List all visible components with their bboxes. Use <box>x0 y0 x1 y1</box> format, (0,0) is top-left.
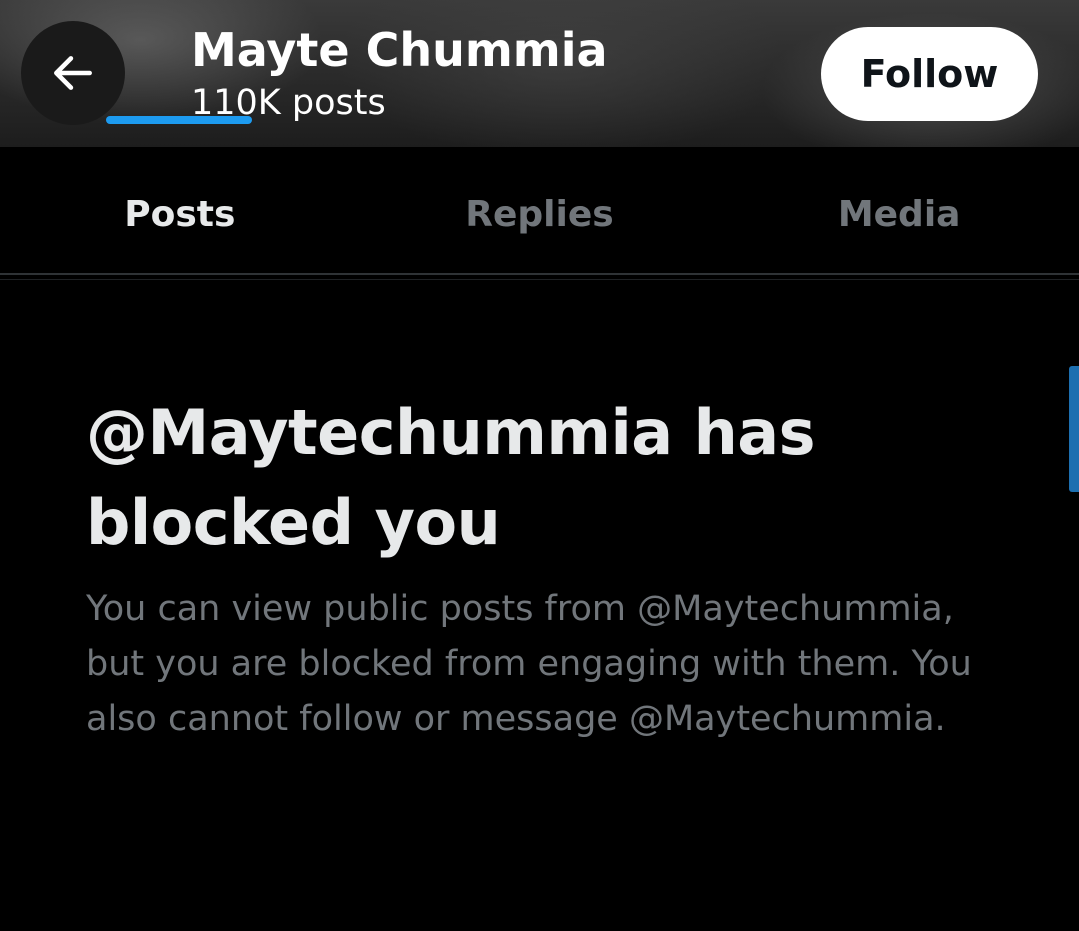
tab-media-label: Media <box>837 193 961 235</box>
tab-replies[interactable]: Replies <box>360 147 720 273</box>
arrow-left-icon <box>54 56 92 90</box>
blocked-description: You can view public posts from @Maytechu… <box>86 589 972 739</box>
profile-tabs: Posts Replies Media <box>0 147 1079 273</box>
active-tab-indicator <box>106 116 252 124</box>
back-button[interactable] <box>21 21 125 125</box>
blocked-title: @Maytechummia has blocked you <box>86 396 816 559</box>
tab-replies-label: Replies <box>465 193 614 235</box>
profile-header: Mayte Chummia 110K posts Follow <box>0 0 1079 147</box>
tabs-divider <box>0 273 1079 275</box>
profile-screen: Mayte Chummia 110K posts Follow Posts Re… <box>0 0 1079 931</box>
tabs-divider-secondary <box>0 279 1079 280</box>
blocked-notice: @Maytechummia has blocked you You can vi… <box>86 388 1046 747</box>
follow-button[interactable]: Follow <box>821 27 1038 121</box>
tab-posts-label: Posts <box>124 193 236 235</box>
tab-posts[interactable]: Posts <box>0 147 360 273</box>
header-title-block: Mayte Chummia 110K posts <box>191 22 608 125</box>
post-count: 110K posts <box>191 83 386 123</box>
profile-name: Mayte Chummia <box>191 23 608 77</box>
scrollbar[interactable] <box>1069 366 1079 492</box>
tab-media[interactable]: Media <box>719 147 1079 273</box>
